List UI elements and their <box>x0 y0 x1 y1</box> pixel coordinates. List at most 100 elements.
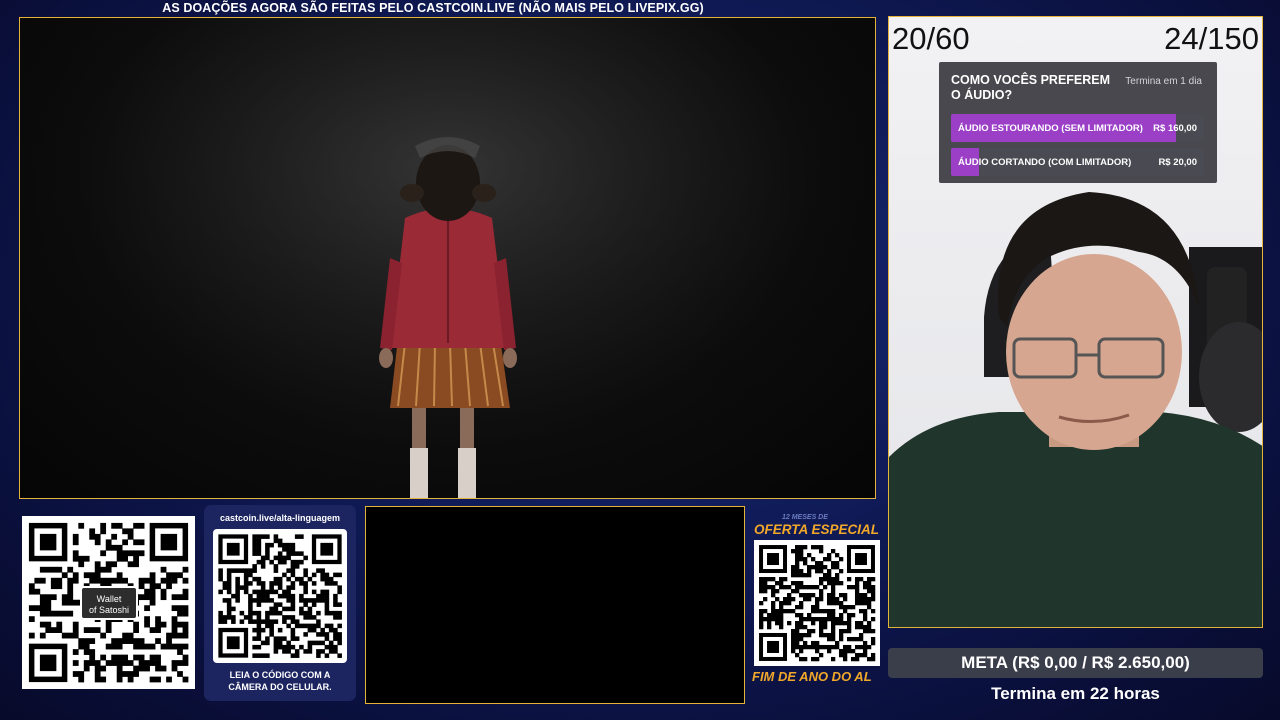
qr-module <box>116 643 123 650</box>
qr-module <box>116 654 123 661</box>
qr-module <box>260 585 266 590</box>
qr-module <box>277 636 283 641</box>
qr-module <box>226 589 232 595</box>
qr-module <box>260 589 266 595</box>
qr-module <box>138 665 145 672</box>
qr-module <box>294 559 300 565</box>
qr-module <box>842 620 848 626</box>
qr-module <box>294 564 300 569</box>
qr-module <box>231 606 236 612</box>
qr-module <box>779 604 784 610</box>
qr-module <box>133 621 139 628</box>
qr-module <box>795 585 800 590</box>
qr-module <box>803 640 808 646</box>
qr-module <box>138 539 145 546</box>
qr-module <box>290 619 296 624</box>
qr-module <box>759 616 764 622</box>
qr-module <box>39 632 46 639</box>
special-offer: 12 MESES DE OFERTA ESPECIAL FIM DE ANO D… <box>752 514 882 690</box>
qr-module <box>166 572 172 579</box>
qr-module <box>294 576 300 582</box>
qr-module <box>818 565 824 570</box>
qr-module <box>222 598 228 603</box>
qr-module <box>333 602 338 607</box>
qr-module <box>160 594 167 601</box>
qr-module <box>256 653 262 658</box>
qr-module <box>337 589 342 595</box>
qr-module <box>67 632 74 639</box>
qr-module <box>842 656 848 662</box>
qr-module <box>815 644 820 650</box>
qr-module <box>50 566 57 573</box>
qr-module <box>149 594 156 601</box>
qr-module <box>166 638 172 644</box>
qr-module <box>235 568 240 573</box>
qr-module <box>94 671 101 677</box>
qr-module <box>324 572 330 578</box>
qr-module <box>811 593 816 598</box>
qr-module <box>854 656 860 662</box>
qr-module <box>149 660 156 666</box>
qr-module <box>290 644 296 650</box>
qr-module <box>171 577 178 584</box>
qr-module <box>791 573 796 578</box>
qr-module <box>182 632 189 639</box>
qr-module <box>807 632 812 638</box>
qr-module <box>846 604 852 610</box>
qr-module <box>830 561 836 566</box>
qr-module <box>822 577 828 582</box>
qr-finder <box>226 542 240 556</box>
qr-module <box>818 632 824 638</box>
qr-module <box>830 644 836 650</box>
qr-finder <box>226 636 240 650</box>
qr-module <box>67 588 74 595</box>
qr-module <box>324 610 330 616</box>
qr-module <box>290 547 296 552</box>
qr-module <box>252 547 257 552</box>
qr-module <box>759 624 764 630</box>
qr-module <box>166 643 172 650</box>
qr-module <box>320 640 325 646</box>
qr-module <box>111 643 118 650</box>
qr-module <box>171 643 178 650</box>
qr-module <box>286 555 291 561</box>
qr-module <box>862 644 868 650</box>
qr-module <box>243 589 249 595</box>
qr-module <box>89 638 96 644</box>
qr-module <box>28 616 35 623</box>
qr-module <box>273 589 279 595</box>
qr-module <box>803 597 808 602</box>
qr-module <box>811 620 816 626</box>
qr-module <box>89 533 96 540</box>
qr-module <box>846 577 852 582</box>
qr-module <box>838 593 844 598</box>
qr-module <box>759 577 764 582</box>
qr-module <box>111 544 118 551</box>
qr-module <box>39 605 46 612</box>
qr-module <box>303 555 308 561</box>
qr-module <box>149 627 156 633</box>
qr-module <box>248 581 253 586</box>
qr-module <box>337 610 342 616</box>
qr-module <box>166 676 172 683</box>
qr-finder <box>320 542 334 556</box>
offer-small-text: 12 MESES DE <box>782 514 828 521</box>
qr-module <box>277 610 283 616</box>
qr-module <box>94 665 101 672</box>
qr-module <box>826 573 832 578</box>
qr-module <box>282 572 287 578</box>
qr-module <box>111 533 118 540</box>
qr-module <box>311 623 317 629</box>
qr-module <box>799 549 804 554</box>
qr-module <box>226 598 232 603</box>
qr-module <box>256 534 262 539</box>
qr-module <box>791 549 796 554</box>
counter-left: 20/60 <box>892 21 970 56</box>
qr-module <box>803 557 808 562</box>
qr-module <box>838 581 844 586</box>
qr-module <box>328 623 334 629</box>
qr-module <box>842 648 848 654</box>
qr-module <box>111 638 118 644</box>
qr-module <box>866 577 872 582</box>
qr-module <box>846 644 852 650</box>
